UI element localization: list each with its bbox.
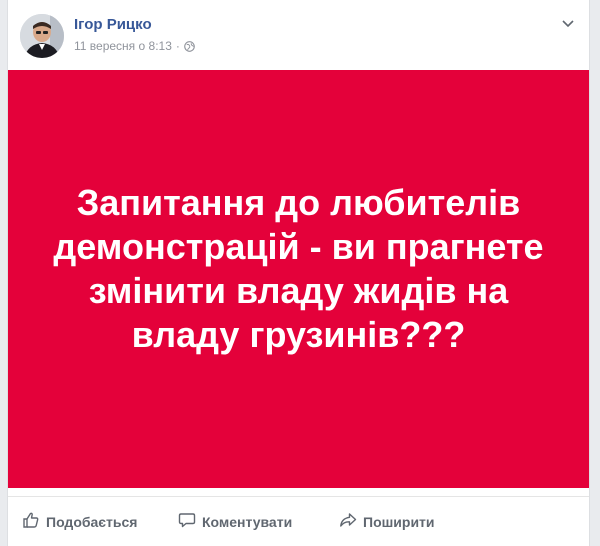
like-label: Подобається xyxy=(46,513,138,530)
share-label: Поширити xyxy=(363,513,435,530)
like-button[interactable]: Подобається xyxy=(22,511,137,532)
comment-icon xyxy=(178,511,202,532)
comment-button[interactable]: Коментувати xyxy=(178,511,292,532)
chevron-down-icon[interactable] xyxy=(559,14,577,32)
post-date[interactable]: 11 вересня о 8:13 xyxy=(74,39,172,53)
banner-text: Запитання до любителів демонстрацій - ви… xyxy=(53,182,544,355)
globe-icon xyxy=(184,40,195,52)
action-bar: Подобається Коментувати Поширити xyxy=(8,496,589,537)
post-header: Ігор Рицко 11 вересня о 8:13 · xyxy=(8,0,589,70)
share-button[interactable]: Поширити xyxy=(339,511,435,532)
share-icon xyxy=(339,511,363,532)
post-meta: 11 вересня о 8:13 · xyxy=(74,39,195,53)
post-card: Ігор Рицко 11 вересня о 8:13 · Запитання… xyxy=(7,0,590,546)
text-banner: Запитання до любителів демонстрацій - ви… xyxy=(8,70,589,488)
thumbs-up-icon xyxy=(22,511,46,532)
avatar[interactable] xyxy=(20,14,64,58)
author-name[interactable]: Ігор Рицко xyxy=(74,16,152,33)
meta-separator: · xyxy=(175,39,180,53)
comment-label: Коментувати xyxy=(202,513,293,530)
